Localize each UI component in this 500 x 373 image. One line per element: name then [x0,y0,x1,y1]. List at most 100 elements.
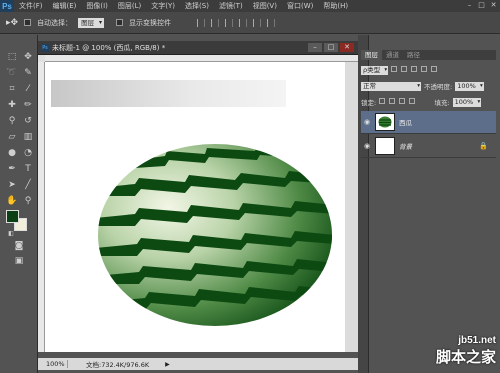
pixel-filter-icon[interactable] [391,66,398,72]
default-colors-icon[interactable]: ◧ [4,228,18,240]
dodge-tool-icon[interactable]: ◔ [21,147,35,159]
shape-filter-icon[interactable] [421,66,428,72]
menu-file[interactable]: 文件(F) [14,1,48,11]
crop-tool-icon[interactable]: ⌗ [5,83,19,95]
zoom-tool-icon[interactable]: ⚲ [21,195,35,207]
layer-name: 西瓜 [399,119,412,127]
watermark: jb51.net 脚本之家 [400,335,496,367]
healing-brush-icon[interactable]: ✚ [5,99,19,111]
tab-layers[interactable]: 图层 [361,50,382,60]
menu-edit[interactable]: 编辑(E) [48,1,82,11]
menu-type[interactable]: 文字(Y) [146,1,180,11]
zoom-level[interactable]: 100% [38,360,68,368]
menu-filter[interactable]: 滤镜(T) [214,1,248,11]
menu-bar: Ps 文件(F) 编辑(E) 图像(I) 图层(L) 文字(Y) 选择(S) 滤… [0,0,500,12]
align-top-icon[interactable] [197,18,206,27]
align-bottom-icon[interactable] [225,18,234,27]
eraser-tool-icon[interactable]: ▱ [5,131,19,143]
menu-select[interactable]: 选择(S) [180,1,214,11]
menu-help[interactable]: 帮助(H) [318,1,353,11]
pen-tool-icon[interactable]: ✒ [5,163,19,175]
screen-mode-icon[interactable]: ▣ [12,255,26,267]
hand-tool-icon[interactable]: ✋ [5,195,19,207]
visibility-eye-icon[interactable]: ◉ [361,142,373,150]
vertical-ruler[interactable] [38,62,45,352]
adjust-filter-icon[interactable] [401,66,408,72]
smart-filter-icon[interactable] [431,66,438,72]
blend-mode-dropdown[interactable]: 正常 [361,81,421,91]
menu-layer[interactable]: 图层(L) [113,1,146,11]
maximize-button[interactable]: □ [477,1,486,10]
align-icons [197,18,276,27]
quick-mask-icon[interactable]: ◙ [12,240,26,252]
watermelon-artwork [98,144,332,326]
move-tool-icon[interactable]: ▸✥ [6,18,18,28]
document-tab[interactable]: Ps 未标题-1 @ 100% (西瓜, RGB/8) * – □ ✕ [38,41,358,55]
document-window-controls: – □ ✕ [308,43,354,52]
align-left-icon[interactable] [239,18,248,27]
doc-close-button[interactable]: ✕ [340,43,354,52]
auto-select-dropdown[interactable]: 图层 [78,17,105,28]
doc-minimize-button[interactable]: – [308,43,322,52]
window-controls: – □ ✕ [465,1,498,10]
layer-kind-filter[interactable]: ρ类型 [361,65,389,75]
lock-transparent-icon[interactable] [379,98,386,104]
document-size-info: 文档:732.4K/976.6K [86,361,150,369]
shape-tool-icon[interactable]: ╱ [21,179,35,191]
layers-panel-tabs: 图层 通道 路径 [361,50,496,60]
menu-image[interactable]: 图像(I) [81,1,113,11]
menu-window[interactable]: 窗口(W) [282,1,318,11]
layer-thumbnail [375,137,395,155]
photoshop-logo: Ps [0,0,14,12]
auto-select-checkbox[interactable] [24,19,32,26]
show-transform-checkbox[interactable] [116,19,124,26]
status-bar: 100% 文档:732.4K/976.6K ▶ [38,358,358,370]
watermark-site: jb51.net [458,335,496,346]
move-tool-icon[interactable]: ✥ [21,51,35,63]
tab-paths[interactable]: 路径 [403,50,424,60]
gradient-tool-icon[interactable]: ▥ [21,131,35,143]
auto-select-label: 自动选择： [37,18,73,27]
layer-row-background[interactable]: ◉ 背景 🔒 [361,135,496,158]
opacity-label: 不透明度: [424,83,453,91]
layer-row-watermelon[interactable]: ◉ 西瓜 [361,111,496,134]
marquee-tool-icon[interactable]: ⬚ [5,51,19,63]
vertical-scrollbar[interactable] [345,62,358,352]
type-filter-icon[interactable] [411,66,418,72]
history-brush-icon[interactable]: ↺ [21,115,35,127]
quick-select-tool-icon[interactable]: ✎ [21,67,35,79]
status-menu-arrow-icon[interactable]: ▶ [165,361,170,368]
horizontal-ruler[interactable] [45,55,358,62]
close-button[interactable]: ✕ [489,1,498,10]
lock-pixels-icon[interactable] [389,98,396,104]
blend-row: 正常 不透明度: 100% [361,80,496,92]
lock-icon: 🔒 [479,142,488,150]
ruler-origin[interactable] [38,55,45,62]
layer-thumbnail [375,113,395,131]
opacity-input[interactable]: 100% [455,81,484,91]
eyedropper-tool-icon[interactable]: ⁄ [21,83,35,95]
clone-stamp-icon[interactable]: ⚲ [5,115,19,127]
lock-position-icon[interactable] [399,98,406,104]
align-right-icon[interactable] [267,18,276,27]
minimize-button[interactable]: – [465,1,474,10]
align-middle-icon[interactable] [211,18,220,27]
lock-label: 锁定: [361,99,377,107]
align-center-icon[interactable] [253,18,262,27]
fill-input[interactable]: 100% [452,97,482,107]
visibility-eye-icon[interactable]: ◉ [361,118,373,126]
watermark-name: 脚本之家 [435,349,496,366]
type-tool-icon[interactable]: T [21,163,35,175]
tab-channels[interactable]: 通道 [382,50,403,60]
brush-tool-icon[interactable]: ✏ [21,99,35,111]
doc-maximize-button[interactable]: □ [324,43,338,52]
menu-view[interactable]: 视图(V) [248,1,282,11]
foreground-color-swatch[interactable] [6,210,19,223]
blur-tool-icon[interactable]: ● [5,147,19,159]
lasso-tool-icon[interactable]: ➰ [5,67,19,79]
layer-name: 背景 [399,143,412,151]
fill-label: 填充: [434,99,450,107]
filter-icons [391,66,439,74]
lock-all-icon[interactable] [409,98,416,104]
path-select-icon[interactable]: ➤ [5,179,19,191]
